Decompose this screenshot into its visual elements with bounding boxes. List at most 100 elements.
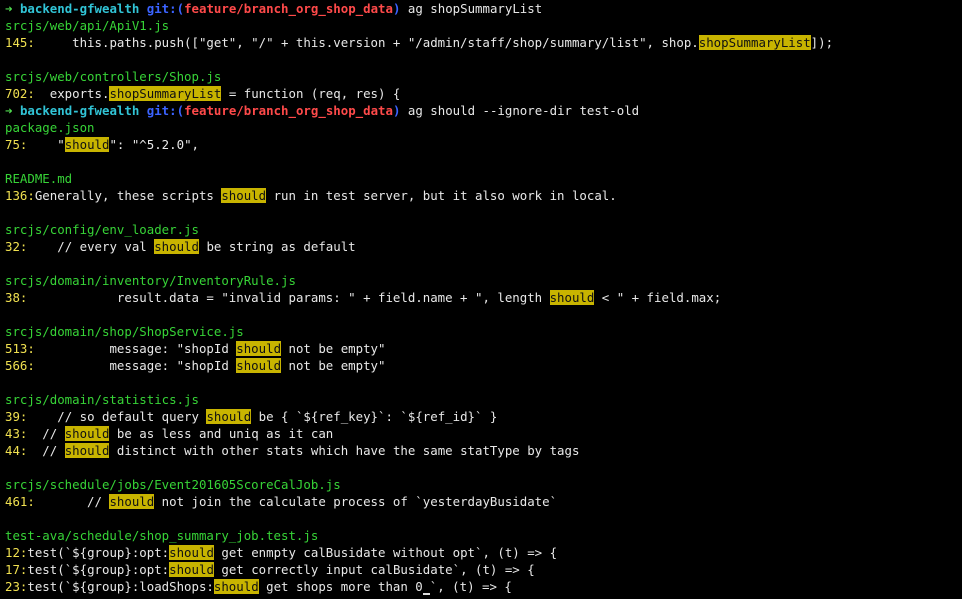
result-file-path: srcjs/web/controllers/Shop.js (5, 68, 962, 85)
line-number: 12: (5, 545, 28, 560)
line-number: 44: (5, 443, 28, 458)
match-line: 38: result.data = "invalid params: " + f… (5, 289, 962, 306)
prompt-directory: backend-gfwealth (19, 103, 140, 118)
match-line: 17:test(`${group}:opt:should get correct… (5, 561, 962, 578)
file-path: srcjs/domain/statistics.js (5, 392, 199, 407)
code-before: // (27, 443, 65, 458)
match-highlight: should (169, 562, 214, 577)
code-after: ": "^5.2.0", (109, 137, 199, 152)
code-before: result.data = "invalid params: " + field… (27, 290, 550, 305)
code-before: // (34, 494, 110, 509)
prompt-line: ➜ backend-gfwealth git:(feature/branch_o… (5, 0, 962, 17)
match-line: 461: // should not join the calculate pr… (5, 493, 962, 510)
file-path: srcjs/domain/shop/ShopService.js (5, 324, 244, 339)
terminal-window[interactable]: ➜ backend-gfwealth git:(feature/branch_o… (0, 0, 962, 599)
match-highlight: should (109, 494, 155, 509)
line-number: 39: (5, 409, 28, 424)
code-after: not be empty" (281, 358, 386, 373)
text-cursor (422, 593, 430, 595)
line-number: 702: (5, 86, 35, 101)
match-highlight: should (64, 426, 110, 441)
line-number: 32: (5, 239, 28, 254)
prompt-line: ➜ backend-gfwealth git:(feature/branch_o… (5, 102, 962, 119)
match-highlight: should (169, 545, 214, 560)
prompt-branch: feature/branch_org_shop_data (184, 1, 393, 16)
match-line: 12:test(`${group}:opt:should get enmpty … (5, 544, 962, 561)
result-file-path: srcjs/domain/statistics.js (5, 391, 962, 408)
code-before: this.paths.push(["get", "/" + this.versi… (34, 35, 699, 50)
match-line: 43: // should be as less and uniq as it … (5, 425, 962, 442)
file-path: srcjs/schedule/jobs/Event201605ScoreCalJ… (5, 477, 341, 492)
code-before: test(`${group}:opt: (27, 545, 170, 560)
prompt-git-prefix: git:( (146, 1, 185, 16)
code-after: distinct with other stats which have the… (109, 443, 580, 458)
line-number: 461: (5, 494, 35, 509)
match-line: 32: // every val should be string as def… (5, 238, 962, 255)
prompt-arrow-icon: ➜ (5, 103, 13, 118)
code-tail: `, (t) => { (429, 579, 512, 594)
file-path: package.json (5, 120, 95, 135)
code-after: = function (req, res) { (221, 86, 401, 101)
code-after: < " + field.max; (594, 290, 722, 305)
result-file-path: README.md (5, 170, 962, 187)
command-text: ag should --ignore-dir test-old (407, 103, 640, 118)
code-before: // every val (27, 239, 155, 254)
match-highlight: shopSummaryList (109, 86, 222, 101)
code-after: not join the calculate process of `yeste… (154, 494, 558, 509)
prompt-directory: backend-gfwealth (19, 1, 140, 16)
line-number: 23: (5, 579, 28, 594)
line-number: 17: (5, 562, 28, 577)
result-file-path: srcjs/web/api/ApiV1.js (5, 17, 962, 34)
result-file-path: test-ava/schedule/shop_summary_job.test.… (5, 527, 962, 544)
code-before: // so default query (27, 409, 207, 424)
file-path: srcjs/config/env_loader.js (5, 222, 199, 237)
line-number: 513: (5, 341, 35, 356)
code-after: get enmpty calBusidate without opt`, (t)… (213, 545, 558, 560)
code-after: not be empty" (281, 341, 386, 356)
line-number: 43: (5, 426, 28, 441)
code-after: be string as default (198, 239, 356, 254)
match-line: 702: exports.shopSummaryList = function … (5, 85, 962, 102)
file-path: srcjs/web/api/ApiV1.js (5, 18, 170, 33)
line-number: 136: (5, 188, 35, 203)
prompt-branch: feature/branch_org_shop_data (184, 103, 393, 118)
code-before: test(`${group}:loadShops: (27, 579, 214, 594)
result-file-path: package.json (5, 119, 962, 136)
code-after: get shops more than 0 (258, 579, 423, 594)
match-highlight: should (213, 579, 259, 594)
prompt-git-prefix: git:( (146, 103, 185, 118)
prompt-arrow-icon: ➜ (5, 1, 13, 16)
file-path: srcjs/domain/inventory/InventoryRule.js (5, 273, 296, 288)
result-file-path: srcjs/config/env_loader.js (5, 221, 962, 238)
code-after: be as less and uniq as it can (109, 426, 334, 441)
match-highlight: should (221, 188, 267, 203)
match-line: 44: // should distinct with other stats … (5, 442, 962, 459)
match-line: 75: "should": "^5.2.0", (5, 136, 962, 153)
prompt-git-suffix: ) (392, 103, 401, 118)
code-before: // (27, 426, 65, 441)
code-before: test(`${group}:opt: (27, 562, 170, 577)
code-after: run in test server, but it also work in … (266, 188, 617, 203)
line-number: 145: (5, 35, 35, 50)
match-line: 513: message: "shopId should not be empt… (5, 340, 962, 357)
match-highlight: should (236, 341, 282, 356)
prompt-git-suffix: ) (392, 1, 401, 16)
command-text: ag shopSummaryList (407, 1, 543, 16)
file-path: test-ava/schedule/shop_summary_job.test.… (5, 528, 319, 543)
match-line: 39: // so default query should be { `${r… (5, 408, 962, 425)
file-path: README.md (5, 171, 73, 186)
code-before: Generally, these scripts (34, 188, 222, 203)
match-highlight: should (64, 137, 110, 152)
code-before: message: "shopId (34, 358, 237, 373)
match-highlight: should (549, 290, 595, 305)
file-path: srcjs/web/controllers/Shop.js (5, 69, 222, 84)
match-line: 566: message: "shopId should not be empt… (5, 357, 962, 374)
